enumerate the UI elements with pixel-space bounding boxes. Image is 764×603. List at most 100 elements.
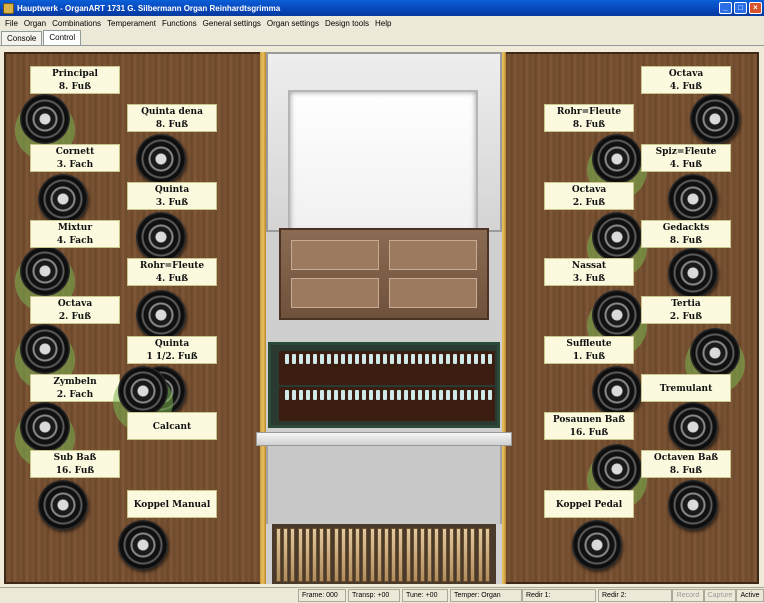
manual-key[interactable] [439,354,443,364]
pedal-key[interactable] [340,528,346,582]
manual-key[interactable] [355,390,359,400]
stop-knob[interactable] [118,520,168,570]
stop-knob[interactable] [118,366,182,416]
pedal-key[interactable] [441,528,447,582]
manual-key[interactable] [460,354,464,364]
menu-temperament[interactable]: Temperament [104,19,159,28]
manual-key[interactable] [439,390,443,400]
title-bar[interactable]: Hauptwerk - OrganART 1731 G. Silbermann … [0,0,764,16]
stop-knob[interactable] [668,174,718,224]
manual-key[interactable] [418,354,422,364]
menu-file[interactable]: File [2,19,21,28]
stop-label[interactable]: Mixtur 4. Fach [30,220,120,248]
pedal-key[interactable] [484,528,490,582]
pedal-key[interactable] [369,528,375,582]
stop-label[interactable]: Octava 4. Fuß [641,66,731,94]
manual-key[interactable] [481,390,485,400]
manual-key[interactable] [467,390,471,400]
stop-label[interactable]: Octava 2. Fuß [30,296,120,324]
menu-functions[interactable]: Functions [159,19,200,28]
manual-key[interactable] [390,390,394,400]
pedal-key[interactable] [312,528,317,582]
menu-help[interactable]: Help [372,19,394,28]
stop-knob[interactable] [580,290,642,340]
menu-design-tools[interactable]: Design tools [322,19,372,28]
manual-key[interactable] [313,390,317,400]
manual-key[interactable] [390,354,394,364]
stop-label[interactable]: Octava 2. Fuß [544,182,634,210]
pedal-key[interactable] [326,528,332,582]
stop-label[interactable]: Suffleute 1. Fuß [544,336,634,364]
manual-key[interactable] [292,354,296,364]
stop-label[interactable]: Quinta dena 8. Fuß [127,104,217,132]
stop-knob[interactable] [592,366,642,416]
manual-key[interactable] [362,354,366,364]
menu-combinations[interactable]: Combinations [49,19,104,28]
stop-label[interactable]: Zymbeln 2. Fach [30,374,120,402]
manual-key[interactable] [334,390,338,400]
manual-key[interactable] [299,354,303,364]
stop-label[interactable]: Octaven Baß 8. Fuß [641,450,731,478]
manual-key[interactable] [432,354,436,364]
stop-knob[interactable] [580,212,642,262]
manual-key[interactable] [446,354,450,364]
pedal-key[interactable] [348,528,353,582]
pedal-key[interactable] [276,528,281,582]
minimize-icon[interactable]: _ [719,2,732,14]
pedal-key[interactable] [448,528,454,582]
stop-label[interactable]: Spiz=Fleute 4. Fuß [641,144,731,172]
pedal-key[interactable] [297,528,303,582]
manual-key[interactable] [313,354,317,364]
manual-key[interactable] [488,354,492,364]
manual-key[interactable] [334,354,338,364]
menu-organ-settings[interactable]: Organ settings [264,19,322,28]
maximize-icon[interactable]: □ [734,2,747,14]
manual-key[interactable] [397,390,401,400]
manual-key[interactable] [418,390,422,400]
pedal-key[interactable] [362,528,368,582]
pedal-key[interactable] [304,528,310,582]
manual-key[interactable] [425,354,429,364]
pedal-key[interactable] [420,528,425,582]
stop-knob[interactable] [20,246,84,296]
capture-button[interactable]: Capture [704,589,736,602]
stop-label[interactable]: Calcant [127,412,217,440]
manual-key[interactable] [411,390,415,400]
stop-knob[interactable] [38,480,88,530]
manual-key[interactable] [355,354,359,364]
manual-upper[interactable] [279,351,495,385]
manual-key[interactable] [425,390,429,400]
stop-knob[interactable] [136,134,186,184]
pedal-key[interactable] [376,528,382,582]
record-button[interactable]: Record [672,589,704,602]
menu-organ[interactable]: Organ [21,19,49,28]
manual-key[interactable] [474,390,478,400]
stop-knob[interactable] [668,402,718,452]
stop-label[interactable]: Tertia 2. Fuß [641,296,731,324]
manual-key[interactable] [306,354,310,364]
stop-knob[interactable] [136,212,186,262]
stop-knob[interactable] [20,324,84,374]
manual-key[interactable] [320,354,324,364]
close-icon[interactable]: × [749,2,762,14]
manual-key[interactable] [488,390,492,400]
stop-label[interactable]: Rohr=Fleute 8. Fuß [544,104,634,132]
manual-key[interactable] [474,354,478,364]
stop-label[interactable]: Koppel Manual [127,490,217,518]
manual-key[interactable] [348,390,352,400]
manual-key[interactable] [404,354,408,364]
manual-key[interactable] [453,354,457,364]
pedal-key[interactable] [463,528,469,582]
manual-key[interactable] [453,390,457,400]
pedalboard[interactable] [272,524,496,584]
manual-key[interactable] [306,390,310,400]
pedal-key[interactable] [398,528,404,582]
pedal-key[interactable] [384,528,389,582]
manual-key[interactable] [369,354,373,364]
manual-key[interactable] [383,354,387,364]
manual-key[interactable] [411,354,415,364]
stop-knob[interactable] [690,94,740,144]
pedal-key[interactable] [470,528,476,582]
stop-knob[interactable] [572,520,622,570]
manual-key[interactable] [376,354,380,364]
